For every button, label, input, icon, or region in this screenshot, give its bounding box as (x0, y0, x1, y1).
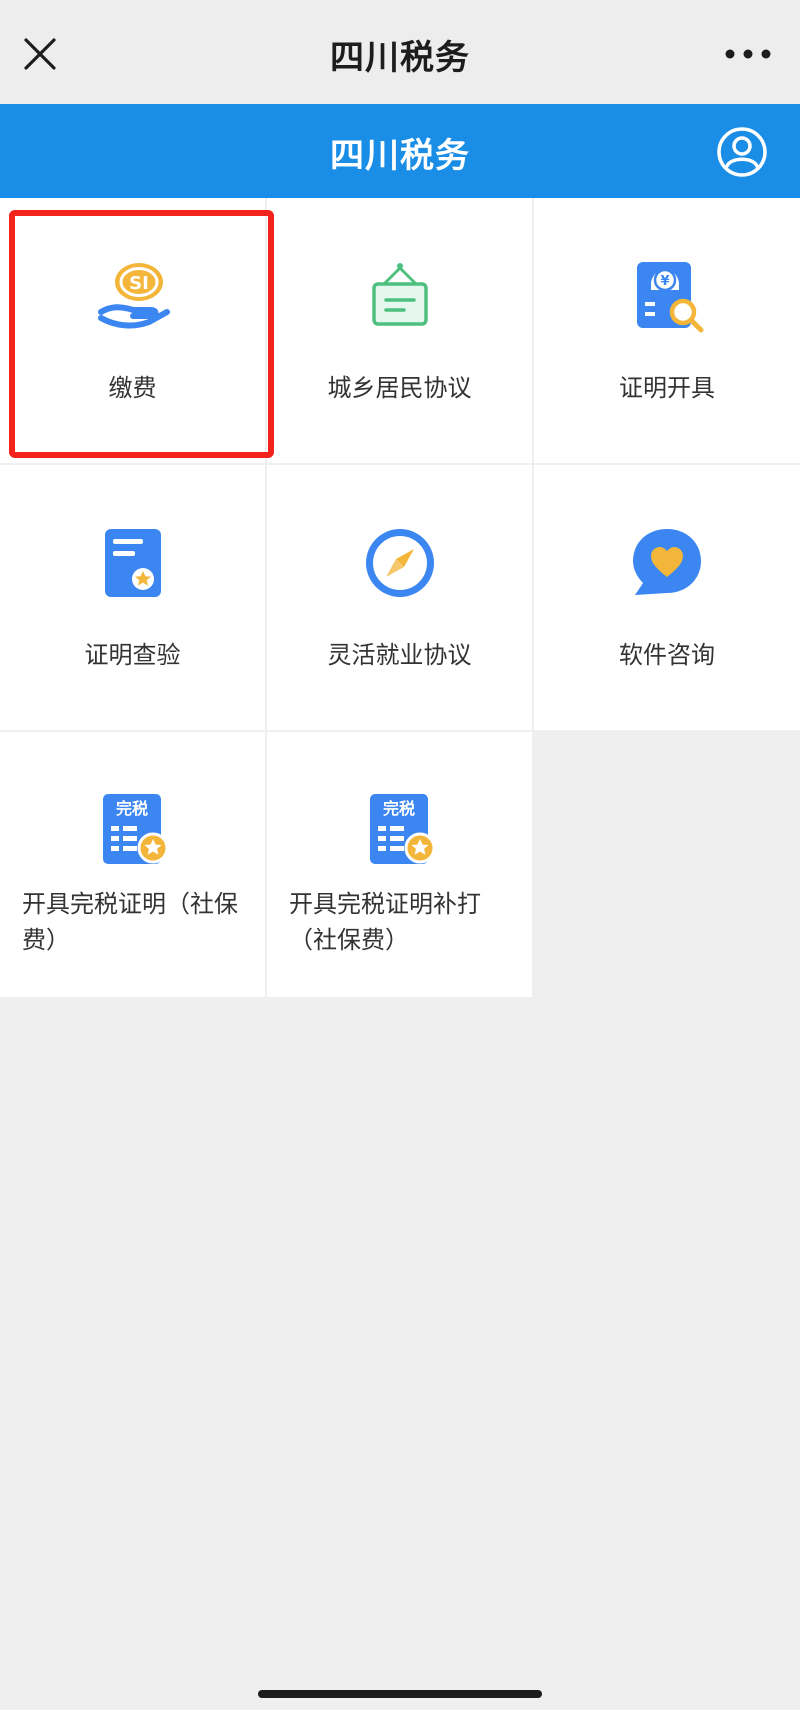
service-tile-flexible-employment[interactable]: 灵活就业协议 (267, 465, 532, 730)
svg-text:¥: ¥ (660, 274, 669, 289)
service-tile-tax-certificate[interactable]: 完税 开具完税证明（社保费） (0, 732, 265, 997)
service-tile-resident-agreement[interactable]: 城乡居民协议 (267, 198, 532, 463)
service-label: 灵活就业协议 (327, 641, 472, 669)
compass-icon (365, 529, 434, 597)
service-label: 缴费 (108, 374, 157, 402)
app-banner: 四川税务 (0, 104, 800, 198)
certificate-search-icon: ¥ (637, 262, 704, 333)
service-tile-software-consult[interactable]: 软件咨询 (534, 465, 800, 730)
tax-certificate-icon: 完税 (102, 794, 168, 864)
service-tile-tax-certificate-reprint[interactable]: 完税 开具完税证明补打（社保费） (267, 732, 532, 997)
svg-text:SI: SI (129, 273, 149, 294)
service-label: 软件咨询 (619, 641, 715, 669)
more-dots-icon[interactable] (720, 40, 776, 68)
social-insurance-payment-icon: SI (97, 263, 170, 329)
service-label: 开具完税证明补打（社保费） (289, 890, 481, 954)
tax-certificate-reprint-icon: 完税 (369, 794, 435, 864)
service-label: 开具完税证明（社保费） (22, 890, 238, 954)
service-tile-certificate-verify[interactable]: 证明查验 (0, 465, 265, 730)
chat-heart-icon (633, 529, 701, 595)
service-label: 证明查验 (84, 641, 181, 669)
svg-text:完税: 完税 (115, 799, 147, 818)
page-title: 四川税务 (330, 38, 470, 78)
banner-title: 四川税务 (330, 136, 470, 176)
top-nav-bar: 四川税务 (0, 0, 800, 104)
service-label: 证明开具 (619, 374, 715, 402)
user-profile-icon[interactable] (716, 126, 768, 178)
home-indicator (258, 1690, 542, 1698)
service-tile-certificate-issue[interactable]: ¥ 证明开具 (534, 198, 800, 463)
svg-text:完税: 完税 (382, 799, 414, 818)
service-tile-payment[interactable]: SI 缴费 (0, 198, 265, 463)
document-star-icon (104, 529, 161, 597)
service-label: 城乡居民协议 (327, 374, 472, 402)
signboard-icon (371, 263, 428, 326)
